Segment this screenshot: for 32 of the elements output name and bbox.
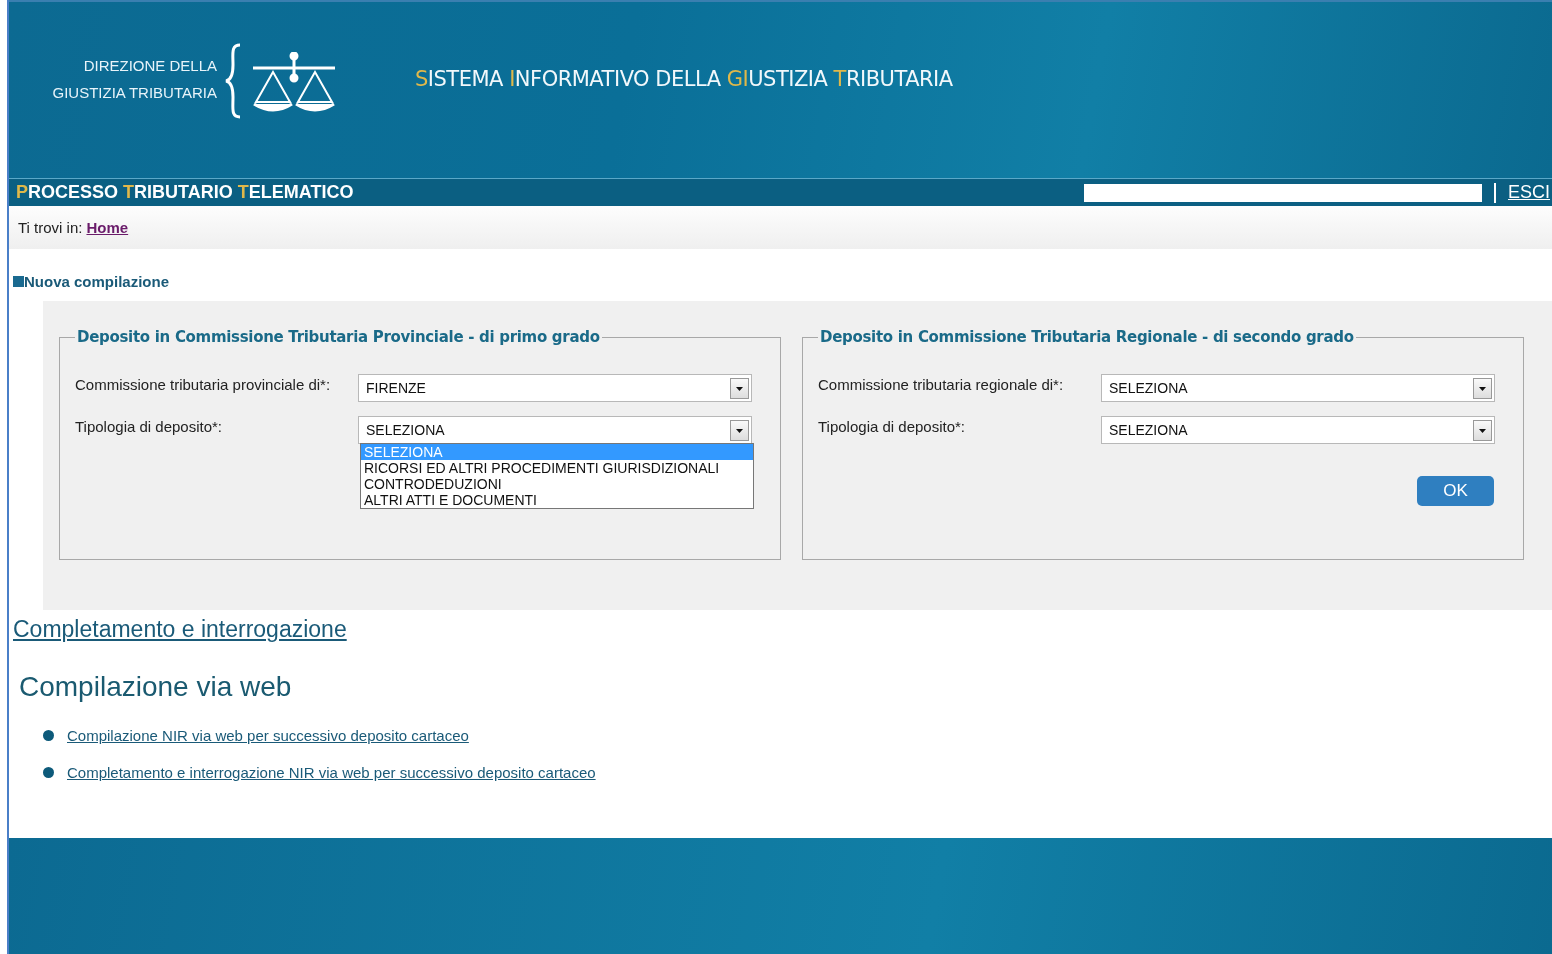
group-legend: Deposito in Commissione Tributaria Provinciale - di primo grado [75,328,602,346]
completion-link[interactable]: Completamento e interrogazione [13,616,1552,643]
field-label: Commissione tributaria provinciale di*: [75,375,332,395]
ok-button[interactable]: OK [1417,476,1494,506]
dropdown-field[interactable]: FIRENZE [358,374,752,402]
dropdown-field[interactable]: SELEZIONA [358,416,752,444]
bullet-icon [43,767,54,778]
caret-icon [730,377,749,399]
breadcrumb-link[interactable]: Home [86,219,129,236]
dropdown-field[interactable]: SELEZIONA [1101,416,1495,444]
caret-icon [1473,419,1492,441]
dropdown-field[interactable]: SELEZIONA [1101,374,1495,402]
field-label: Tipologia di deposito*: [818,417,967,437]
section-banner-title: PROCESSO TRIBUTARIO TELEMATICO [16,182,355,203]
input-field[interactable] [1084,183,1482,202]
web-link[interactable]: Completamento e interrogazione NIR via web per successivo deposito cartaceo [67,764,596,781]
field-label: Tipologia di deposito*: [75,417,224,437]
web-link[interactable]: Compilazione NIR via web per successivo deposito cartaceo [67,727,469,744]
group-legend: Deposito in Commissione Tributaria Regionale - di secondo grado [818,328,1356,346]
bullet-icon [43,730,54,741]
exit-link[interactable]: ESCI [1508,182,1550,203]
brace-icon [223,43,243,119]
org-name: DIREZIONE DELLA [83,57,217,74]
square-icon [13,276,24,287]
caret-icon [1473,377,1492,399]
system-title: SISTEMA INFORMATIVO DELLA GIUSTIZIA TRIBUTARIA [415,67,953,91]
caret-icon [730,419,749,441]
breadcrumb-label: Ti trovi in: [18,219,83,236]
org-name: GIUSTIZIA TRIBUTARIA [52,84,217,101]
section-title: Nuova compilazione [24,273,170,290]
section-heading: Compilazione via web [19,671,293,703]
field-label: Commissione tributaria regionale di*: [818,375,1065,395]
